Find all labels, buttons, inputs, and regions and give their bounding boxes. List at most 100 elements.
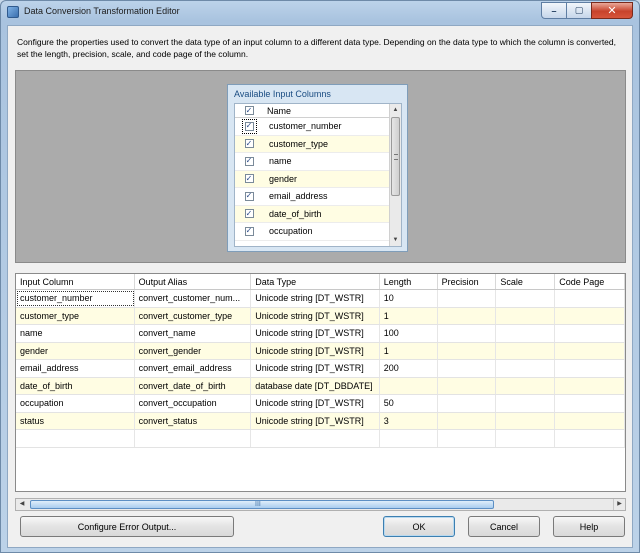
grid-column-header[interactable]: Code Page: [555, 274, 625, 289]
grid-cell[interactable]: 100: [380, 325, 438, 342]
input-columns-list[interactable]: ✓ Name ✓ customer_number ✓ customer_type ✓ na…: [234, 103, 402, 247]
scroll-up-arrow-icon[interactable]: ▲: [390, 104, 401, 116]
grid-cell[interactable]: [555, 325, 625, 342]
list-item[interactable]: ✓ date_of_birth: [235, 205, 401, 223]
grid-cell[interactable]: date_of_birth: [16, 377, 135, 394]
grid-cell[interactable]: [438, 342, 497, 359]
grid-column-header[interactable]: Output Alias: [135, 274, 252, 289]
grid-horizontal-scrollbar[interactable]: ◀ III ▶: [15, 498, 626, 511]
list-item[interactable]: ✓ gender: [235, 170, 401, 188]
help-button[interactable]: Help: [553, 516, 625, 537]
grid-cell[interactable]: 200: [380, 360, 438, 377]
grid-cell[interactable]: convert_occupation: [135, 395, 252, 412]
grid-cell[interactable]: 1: [380, 342, 438, 359]
grid-cell[interactable]: [555, 342, 625, 359]
title-bar[interactable]: Data Conversion Transformation Editor – …: [1, 1, 639, 23]
grid-cell[interactable]: [438, 412, 497, 429]
grid-cell[interactable]: convert_date_of_birth: [135, 377, 252, 394]
grid-column-header[interactable]: Precision: [438, 274, 497, 289]
grid-cell[interactable]: [496, 360, 556, 377]
grid-cell[interactable]: Unicode string [DT_WSTR]: [251, 307, 380, 324]
grid-cell[interactable]: convert_name: [135, 325, 252, 342]
grid-cell[interactable]: [496, 377, 556, 394]
maximize-button[interactable]: ▢: [566, 2, 592, 19]
table-row[interactable]: email_address convert_email_address Unicod…: [16, 360, 625, 378]
scroll-down-arrow-icon[interactable]: ▼: [390, 234, 401, 246]
list-item[interactable]: ✓ customer_type: [235, 135, 401, 153]
grid-cell[interactable]: customer_number: [16, 290, 135, 307]
grid-cell[interactable]: status: [16, 412, 135, 429]
grid-cell[interactable]: convert_status: [135, 412, 252, 429]
column-checkbox[interactable]: ✓: [244, 139, 254, 149]
grid-cell[interactable]: [496, 325, 556, 342]
table-row[interactable]: gender convert_gender Unicode string [DT_W…: [16, 342, 625, 360]
grid-cell[interactable]: convert_customer_num...: [135, 290, 252, 307]
grid-cell[interactable]: [555, 360, 625, 377]
grid-cell[interactable]: name: [16, 325, 135, 342]
table-row[interactable]: name convert_name Unicode string [DT_WSTR]…: [16, 325, 625, 343]
grid-cell[interactable]: convert_email_address: [135, 360, 252, 377]
grid-cell[interactable]: 50: [380, 395, 438, 412]
conversion-grid[interactable]: Input Column Output Alias Data Type Length P…: [15, 273, 626, 492]
grid-cell[interactable]: Unicode string [DT_WSTR]: [251, 360, 380, 377]
grid-cell[interactable]: [496, 412, 556, 429]
table-row[interactable]: customer_number convert_customer_num... Un…: [16, 290, 625, 308]
ok-button[interactable]: OK: [383, 516, 455, 537]
grid-cell[interactable]: Unicode string [DT_WSTR]: [251, 412, 380, 429]
grid-cell[interactable]: [496, 307, 556, 324]
column-checkbox[interactable]: ✓: [244, 156, 254, 166]
scroll-right-arrow-icon[interactable]: ▶: [613, 499, 625, 510]
column-checkbox[interactable]: ✓: [244, 191, 254, 201]
grid-cell[interactable]: [555, 290, 625, 307]
close-button[interactable]: ✕: [591, 2, 633, 19]
table-row[interactable]: occupation convert_occupation Unicode stri…: [16, 395, 625, 413]
grid-cell[interactable]: convert_customer_type: [135, 307, 252, 324]
grid-cell[interactable]: customer_type: [16, 307, 135, 324]
scroll-left-arrow-icon[interactable]: ◀: [16, 499, 28, 510]
grid-cell[interactable]: [438, 325, 497, 342]
grid-column-header[interactable]: Length: [380, 274, 438, 289]
cancel-button[interactable]: Cancel: [468, 516, 540, 537]
grid-cell[interactable]: [496, 342, 556, 359]
column-checkbox[interactable]: ✓: [244, 209, 254, 219]
column-checkbox[interactable]: ✓: [241, 118, 257, 134]
grid-column-header[interactable]: Scale: [496, 274, 556, 289]
grid-cell[interactable]: occupation: [16, 395, 135, 412]
grid-cell[interactable]: [380, 377, 438, 394]
grid-cell[interactable]: [438, 377, 497, 394]
input-list-scrollbar[interactable]: ▲ ▼: [389, 104, 401, 246]
grid-cell[interactable]: convert_gender: [135, 342, 252, 359]
grid-cell[interactable]: [438, 360, 497, 377]
grid-cell[interactable]: [438, 395, 497, 412]
table-row[interactable]: date_of_birth convert_date_of_birth databa…: [16, 377, 625, 395]
table-row[interactable]: status convert_status Unicode string [DT_W…: [16, 412, 625, 430]
empty-row[interactable]: [16, 430, 625, 448]
grid-cell[interactable]: [438, 290, 497, 307]
grid-column-header[interactable]: Input Column: [16, 274, 135, 289]
column-checkbox[interactable]: ✓: [244, 174, 254, 184]
table-row[interactable]: customer_type convert_customer_type Unicod…: [16, 307, 625, 325]
list-item[interactable]: ✓ occupation: [235, 223, 401, 241]
horizontal-scroll-thumb[interactable]: III: [30, 500, 494, 509]
grid-cell[interactable]: gender: [16, 342, 135, 359]
grid-cell[interactable]: 1: [380, 307, 438, 324]
grid-cell[interactable]: [555, 395, 625, 412]
grid-cell[interactable]: database date [DT_DBDATE]: [251, 377, 380, 394]
grid-cell[interactable]: [555, 307, 625, 324]
grid-cell[interactable]: Unicode string [DT_WSTR]: [251, 342, 380, 359]
list-item[interactable]: ✓ name: [235, 153, 401, 171]
grid-cell[interactable]: [555, 412, 625, 429]
grid-cell[interactable]: [496, 395, 556, 412]
grid-cell[interactable]: Unicode string [DT_WSTR]: [251, 325, 380, 342]
grid-cell[interactable]: Unicode string [DT_WSTR]: [251, 395, 380, 412]
configure-error-output-button[interactable]: Configure Error Output...: [20, 516, 234, 537]
list-item[interactable]: ✓ customer_number: [235, 118, 401, 136]
grid-cell[interactable]: 3: [380, 412, 438, 429]
minimize-button[interactable]: –: [541, 2, 567, 19]
grid-cell[interactable]: email_address: [16, 360, 135, 377]
grid-cell[interactable]: [496, 290, 556, 307]
scroll-thumb[interactable]: [391, 117, 400, 196]
list-item[interactable]: ✓ email_address: [235, 188, 401, 206]
grid-cell[interactable]: 10: [380, 290, 438, 307]
grid-cell[interactable]: [555, 377, 625, 394]
